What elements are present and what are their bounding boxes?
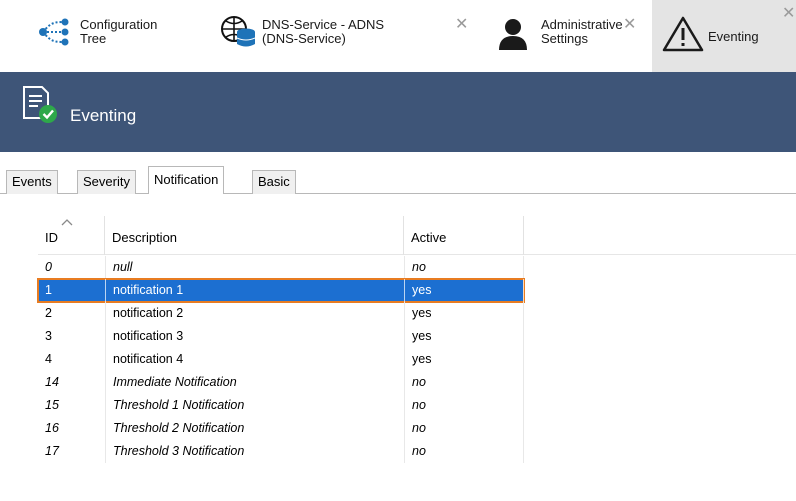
column-separator (105, 302, 106, 325)
cell-active: no (412, 398, 426, 412)
cell-active: yes (412, 283, 432, 297)
column-separator (523, 348, 524, 371)
column-separator (105, 325, 106, 348)
cell-description: Threshold 1 Notification (113, 398, 245, 412)
table-row[interactable]: 15 Threshold 1 Notification no (38, 394, 524, 417)
column-separator (523, 417, 524, 440)
column-separator (523, 279, 524, 302)
column-separator (523, 325, 524, 348)
column-separator (105, 371, 106, 394)
table-row[interactable]: 1 notification 1 yes (37, 278, 525, 303)
table-row[interactable]: 4 notification 4 yes (38, 348, 524, 371)
warning-icon (662, 16, 704, 52)
page-title: Eventing (70, 106, 137, 125)
column-separator (404, 256, 405, 279)
column-separator (404, 325, 405, 348)
cell-active: no (412, 421, 426, 435)
table-header: ID Description Active (38, 216, 796, 255)
column-separator (105, 417, 106, 440)
column-separator (404, 279, 405, 302)
doc-tab-label: Administrative Settings (541, 17, 623, 46)
cell-id: 1 (45, 283, 52, 297)
doc-tab-eventing[interactable]: Eventing ✕ (652, 0, 796, 72)
page-header: Eventing (0, 72, 796, 152)
column-separator (105, 279, 106, 302)
cell-id: 2 (45, 306, 52, 320)
tab-events[interactable]: Events (6, 170, 58, 194)
column-separator (404, 440, 405, 463)
cell-active: no (412, 260, 426, 274)
tab-basic[interactable]: Basic (252, 170, 296, 194)
close-icon[interactable]: ✕ (782, 6, 795, 22)
tab-notification[interactable]: Notification (148, 166, 225, 194)
close-icon[interactable]: ✕ (455, 17, 468, 33)
table-row[interactable]: 16 Threshold 2 Notification no (38, 417, 524, 440)
column-header-active[interactable]: Active (404, 216, 524, 255)
column-separator (105, 256, 106, 279)
cell-active: yes (412, 352, 432, 366)
cell-description: notification 4 (113, 352, 184, 366)
column-separator (523, 371, 524, 394)
cell-id: 3 (45, 329, 52, 343)
cell-id: 14 (45, 375, 59, 389)
cell-active: yes (412, 329, 432, 343)
column-separator (523, 394, 524, 417)
configuration-tree-icon (39, 18, 69, 46)
column-separator (523, 256, 524, 279)
cell-id: 17 (45, 444, 59, 458)
cell-id: 0 (45, 260, 52, 274)
dns-service-icon (221, 16, 256, 47)
user-icon (499, 19, 527, 50)
column-separator (404, 394, 405, 417)
doc-tab-label: Configuration Tree (80, 17, 158, 46)
cell-description: Threshold 2 Notification (113, 421, 245, 435)
column-separator (105, 440, 106, 463)
column-separator (105, 394, 106, 417)
cell-description: null (113, 260, 133, 274)
cell-active: no (412, 375, 426, 389)
cell-id: 4 (45, 352, 52, 366)
table-row[interactable]: 3 notification 3 yes (38, 325, 524, 348)
table-row[interactable]: 17 Threshold 3 Notification no (38, 440, 524, 463)
close-icon[interactable]: ✕ (623, 17, 636, 33)
cell-id: 16 (45, 421, 59, 435)
column-separator (404, 417, 405, 440)
table-row[interactable]: 14 Immediate Notification no (38, 371, 524, 394)
cell-id: 15 (45, 398, 59, 412)
tab-severity[interactable]: Severity (77, 170, 136, 194)
column-separator (523, 302, 524, 325)
doc-tab-label: DNS-Service - ADNS (DNS-Service) (262, 17, 385, 46)
column-header-description[interactable]: Description (105, 216, 404, 255)
column-separator (404, 302, 405, 325)
column-separator (404, 348, 405, 371)
document-tab-bar: Configuration Tree DNS-Service - ADNS (D… (0, 0, 796, 72)
column-separator (523, 440, 524, 463)
column-separator (404, 371, 405, 394)
cell-description: notification 1 (113, 283, 184, 297)
doc-tab-administrative-settings[interactable]: Administrative Settings ✕ (488, 0, 644, 72)
cell-active: no (412, 444, 426, 458)
cell-description: notification 3 (113, 329, 184, 343)
eventing-document-check-icon (23, 86, 57, 123)
cell-description: Immediate Notification (113, 375, 237, 389)
sort-ascending-icon (61, 219, 73, 226)
column-header-id[interactable]: ID (38, 216, 105, 255)
cell-description: notification 2 (113, 306, 184, 320)
table-row[interactable]: 2 notification 2 yes (38, 302, 524, 325)
doc-tab-dns-service[interactable]: DNS-Service - ADNS (DNS-Service) ✕ (210, 0, 472, 72)
column-separator (105, 348, 106, 371)
cell-active: yes (412, 306, 432, 320)
doc-tab-configuration-tree[interactable]: Configuration Tree (0, 0, 196, 72)
doc-tab-label: Eventing (708, 29, 759, 44)
table-row[interactable]: 0 null no (38, 256, 524, 279)
cell-description: Threshold 3 Notification (113, 444, 245, 458)
